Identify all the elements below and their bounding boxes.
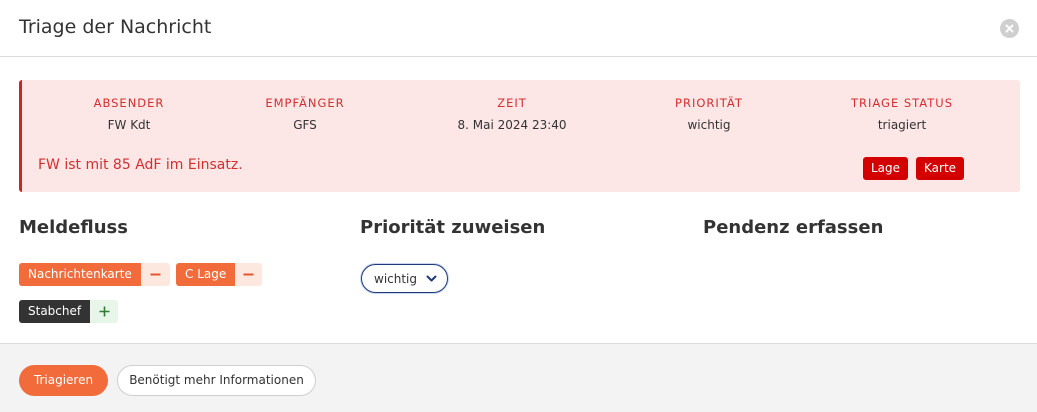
priority-label: Priorität (675, 96, 743, 110)
triage-status-column: Triage Status triagiert (822, 96, 982, 132)
time-column: Zeit 8. Mai 2024 23:40 (432, 96, 592, 132)
modal-footer: Triagieren Benötigt mehr Informationen (0, 343, 1037, 412)
chevron-down-icon (426, 275, 437, 282)
recipient-column: Empfänger GFS (225, 96, 385, 132)
meldefluss-title: Meldefluss (19, 217, 128, 238)
time-label: Zeit (497, 96, 527, 110)
karte-button[interactable]: Karte (916, 157, 965, 180)
minus-icon[interactable] (140, 263, 170, 286)
flow-tag-nachrichtenkarte: Nachrichtenkarte (19, 263, 170, 286)
flow-tag-label: Nachrichtenkarte (19, 263, 141, 286)
priority-assign-title: Priorität zuweisen (360, 217, 546, 238)
triage-status-label: Triage Status (850, 96, 954, 110)
pendenz-title: Pendenz erfassen (703, 217, 884, 238)
recipient-label: Empfänger (265, 96, 345, 110)
flow-tag-label: Stabchef (19, 300, 91, 323)
priority-select-value: wichtig (374, 271, 418, 286)
lage-button[interactable]: Lage (863, 157, 909, 180)
flow-tag-stabchef: Stabchef (19, 300, 119, 323)
need-more-info-button[interactable]: Benötigt mehr Informationen (117, 365, 316, 396)
message-text: FW ist mit 85 AdF im Einsatz. (38, 157, 243, 173)
priority-column: Priorität wichtig (629, 96, 789, 132)
modal-header: Triage der Nachricht (0, 0, 1037, 57)
triage-status-value: triagiert (877, 118, 927, 132)
priority-value: wichtig (687, 118, 731, 132)
priority-select[interactable]: wichtig (361, 264, 448, 293)
sender-value: FW Kdt (107, 118, 151, 132)
plus-icon[interactable] (90, 300, 119, 323)
flow-tag-c-lage: C Lage (176, 263, 263, 286)
modal-title: Triage der Nachricht (19, 16, 212, 38)
time-value: 8. Mai 2024 23:40 (457, 118, 567, 132)
flow-tag-label: C Lage (176, 263, 236, 286)
minus-icon[interactable] (235, 263, 263, 286)
message-alert: Absender FW Kdt Empfänger GFS Zeit 8. Ma… (19, 80, 1020, 192)
recipient-value: GFS (293, 118, 317, 132)
sender-label: Absender (93, 96, 165, 110)
sender-column: Absender FW Kdt (49, 96, 209, 132)
close-icon[interactable] (1000, 19, 1019, 38)
triage-button[interactable]: Triagieren (19, 365, 108, 396)
